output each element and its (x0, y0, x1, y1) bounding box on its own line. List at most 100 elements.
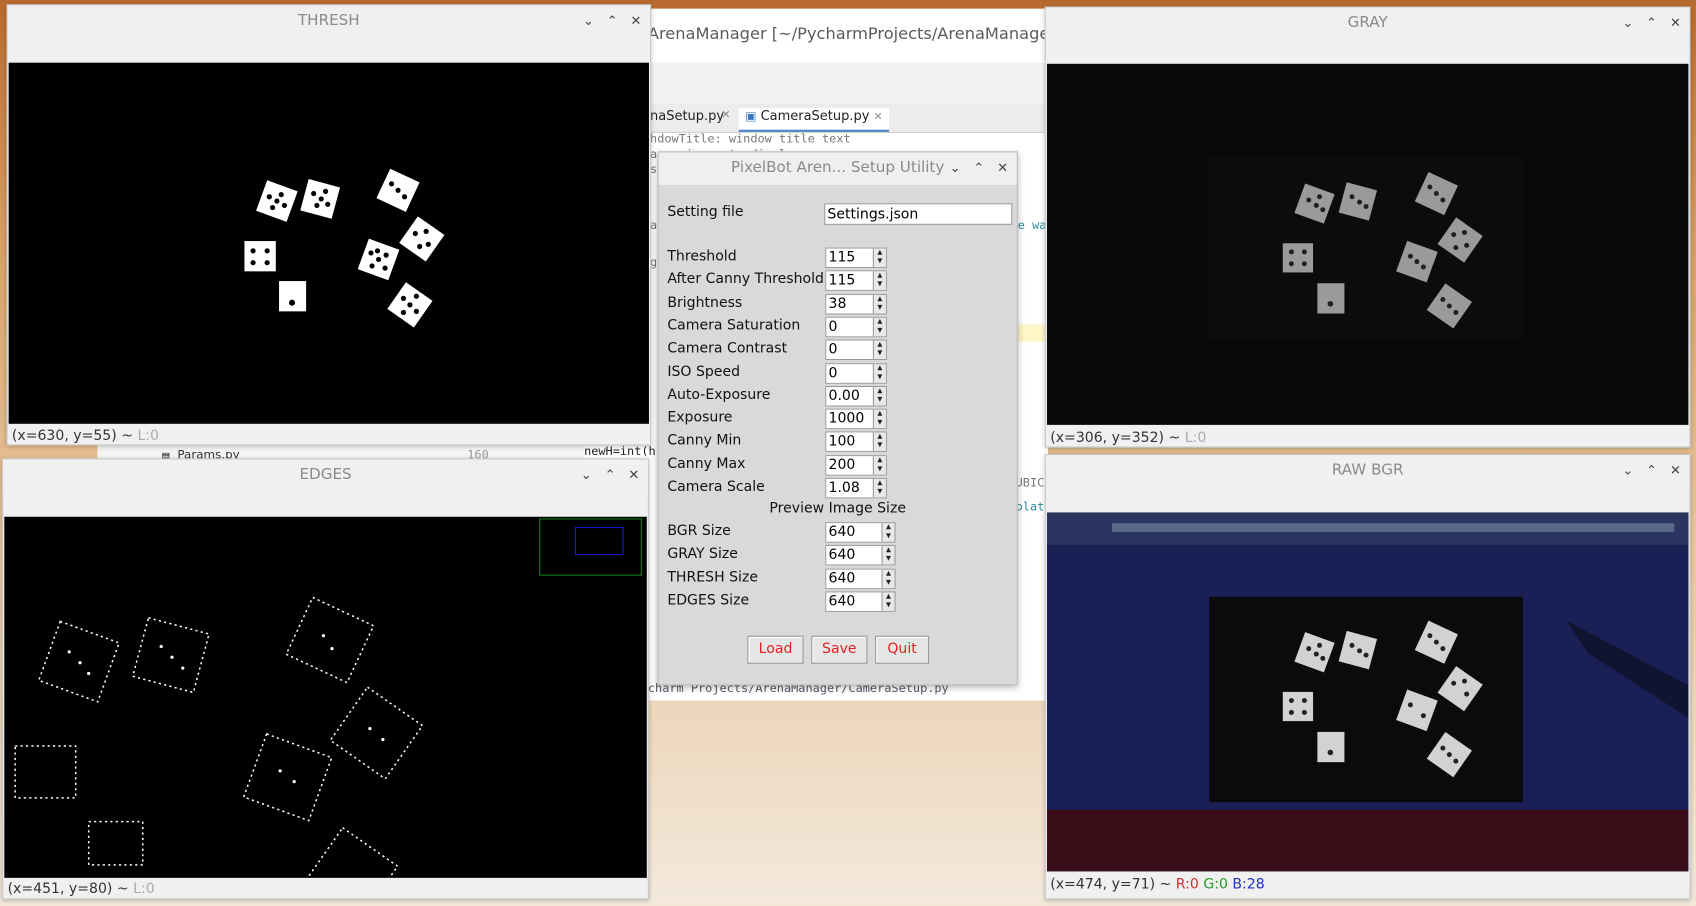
increment-arrow-icon[interactable]: ▲ (874, 318, 886, 327)
spinbox-input[interactable] (826, 455, 873, 475)
raw-camera-image (1046, 512, 1689, 872)
title-bar[interactable]: GRAY ⌄ ⌃ ✕ (1045, 7, 1690, 41)
close-icon[interactable]: ✕ (721, 109, 730, 121)
increment-arrow-icon[interactable]: ▲ (874, 249, 886, 258)
decrement-arrow-icon[interactable]: ▼ (874, 372, 886, 381)
minimize-icon[interactable]: ⌄ (576, 464, 595, 486)
increment-arrow-icon[interactable]: ▲ (874, 410, 886, 419)
decrement-arrow-icon[interactable]: ▼ (883, 532, 895, 541)
spinbox[interactable]: ▲▼ (825, 408, 887, 430)
load-button[interactable]: Load (747, 635, 804, 664)
cursor-readout: (x=630, y=55) ~ (11, 428, 138, 445)
spinbox-input[interactable] (826, 432, 873, 452)
spinbox-input[interactable] (826, 340, 873, 360)
maximize-icon[interactable]: ⌃ (969, 157, 988, 179)
increment-arrow-icon[interactable]: ▲ (883, 569, 895, 578)
raw-bgr-image[interactable] (1046, 512, 1689, 872)
maximize-icon[interactable]: ⌃ (600, 464, 619, 486)
title-bar[interactable]: PixelBot Aren... Setup Utility ⌄ ⌃ ✕ (658, 152, 1017, 185)
spinbox[interactable]: ▲▼ (825, 293, 887, 315)
spinbox-input[interactable] (826, 317, 873, 337)
spinbox-input[interactable] (826, 363, 873, 383)
close-icon[interactable]: ✕ (624, 464, 643, 486)
gray-image[interactable] (1046, 63, 1689, 425)
increment-arrow-icon[interactable]: ▲ (874, 341, 886, 350)
close-icon[interactable]: ✕ (626, 10, 645, 32)
minimize-icon[interactable]: ⌄ (1618, 459, 1637, 481)
decrement-arrow-icon[interactable]: ▼ (874, 488, 886, 497)
spinbox-input[interactable] (826, 271, 873, 291)
spinbox[interactable]: ▲▼ (825, 454, 887, 476)
decrement-arrow-icon[interactable]: ▼ (874, 326, 886, 335)
title-bar[interactable]: THRESH ⌄ ⌃ ✕ (7, 5, 651, 38)
desktop: ArenaManager [~/PycharmProjects/ArenaMan… (0, 0, 1696, 906)
title-bar[interactable]: EDGES ⌄ ⌃ ✕ (3, 459, 648, 492)
thresh-image[interactable] (8, 62, 649, 424)
increment-arrow-icon[interactable]: ▲ (883, 523, 895, 532)
minimize-icon[interactable]: ⌄ (945, 157, 964, 179)
spinbox[interactable]: ▲▼ (825, 339, 887, 361)
close-icon[interactable]: ✕ (1666, 459, 1685, 481)
python-file-icon: ▣ (745, 109, 757, 124)
title-bar[interactable]: RAW BGR ⌄ ⌃ ✕ (1045, 455, 1690, 488)
tab-arenasetup[interactable]: naSetup.py (650, 108, 724, 123)
increment-arrow-icon[interactable]: ▲ (874, 272, 886, 281)
window-title: GRAY (1347, 14, 1388, 32)
maximize-icon[interactable]: ⌃ (1642, 459, 1661, 481)
decrement-arrow-icon[interactable]: ▼ (874, 465, 886, 474)
decrement-arrow-icon[interactable]: ▼ (883, 601, 895, 610)
maximize-icon[interactable]: ⌃ (602, 10, 621, 32)
decrement-arrow-icon[interactable]: ▼ (874, 303, 886, 312)
spinbox-input[interactable] (826, 294, 873, 314)
spinbox-input[interactable] (826, 409, 873, 429)
spinbox-input[interactable] (826, 546, 882, 565)
spinbox-input[interactable] (826, 592, 882, 611)
tab-camerasetup[interactable]: ▣ CameraSetup.py ✕ (738, 108, 890, 132)
decrement-arrow-icon[interactable]: ▼ (883, 555, 895, 564)
spinbox[interactable]: ▲▼ (825, 270, 887, 292)
decrement-arrow-icon[interactable]: ▼ (874, 280, 886, 289)
spinbox-input[interactable] (826, 478, 873, 498)
increment-arrow-icon[interactable]: ▲ (883, 592, 895, 601)
spinbox-input[interactable] (826, 523, 882, 542)
spinbox[interactable]: ▲▼ (825, 591, 896, 612)
spinbox[interactable]: ▲▼ (825, 431, 887, 453)
minimize-icon[interactable]: ⌄ (1618, 12, 1637, 34)
increment-arrow-icon[interactable]: ▲ (874, 456, 886, 465)
setting-file-input[interactable] (824, 203, 1013, 225)
increment-arrow-icon[interactable]: ▲ (874, 387, 886, 396)
increment-arrow-icon[interactable]: ▲ (874, 433, 886, 442)
save-button[interactable]: Save (811, 635, 868, 664)
decrement-arrow-icon[interactable]: ▼ (874, 442, 886, 451)
maximize-icon[interactable]: ⌃ (1642, 12, 1661, 34)
decrement-arrow-icon[interactable]: ▼ (874, 257, 886, 266)
spinbox[interactable]: ▲▼ (825, 385, 887, 407)
spinbox-input[interactable] (826, 569, 882, 588)
spinbox[interactable]: ▲▼ (825, 568, 896, 589)
decrement-arrow-icon[interactable]: ▼ (874, 418, 886, 427)
increment-arrow-icon[interactable]: ▲ (883, 546, 895, 555)
spinbox[interactable]: ▲▼ (825, 545, 896, 566)
spinbox-input[interactable] (826, 248, 873, 268)
minimize-icon[interactable]: ⌄ (579, 10, 598, 32)
spinbox[interactable]: ▲▼ (825, 247, 887, 269)
decrement-arrow-icon[interactable]: ▼ (874, 395, 886, 404)
close-icon[interactable]: ✕ (993, 157, 1012, 179)
spinbox[interactable]: ▲▼ (825, 522, 896, 543)
spinbox-input[interactable] (826, 386, 873, 406)
increment-arrow-icon[interactable]: ▲ (874, 479, 886, 488)
decrement-arrow-icon[interactable]: ▼ (883, 578, 895, 587)
window-title: THRESH (297, 11, 360, 30)
spinbox[interactable]: ▲▼ (825, 362, 887, 384)
level-readout: L:0 (133, 881, 155, 898)
quit-button[interactable]: Quit (875, 635, 930, 664)
spinbox[interactable]: ▲▼ (825, 316, 887, 338)
close-icon[interactable]: ✕ (874, 111, 883, 123)
edges-image[interactable] (4, 516, 647, 878)
increment-arrow-icon[interactable]: ▲ (874, 364, 886, 373)
spinbox[interactable]: ▲▼ (825, 477, 887, 499)
increment-arrow-icon[interactable]: ▲ (874, 295, 886, 304)
close-icon[interactable]: ✕ (1666, 12, 1685, 34)
decrement-arrow-icon[interactable]: ▼ (874, 349, 886, 358)
spinbox-arrows: ▲ ▼ (881, 523, 895, 542)
